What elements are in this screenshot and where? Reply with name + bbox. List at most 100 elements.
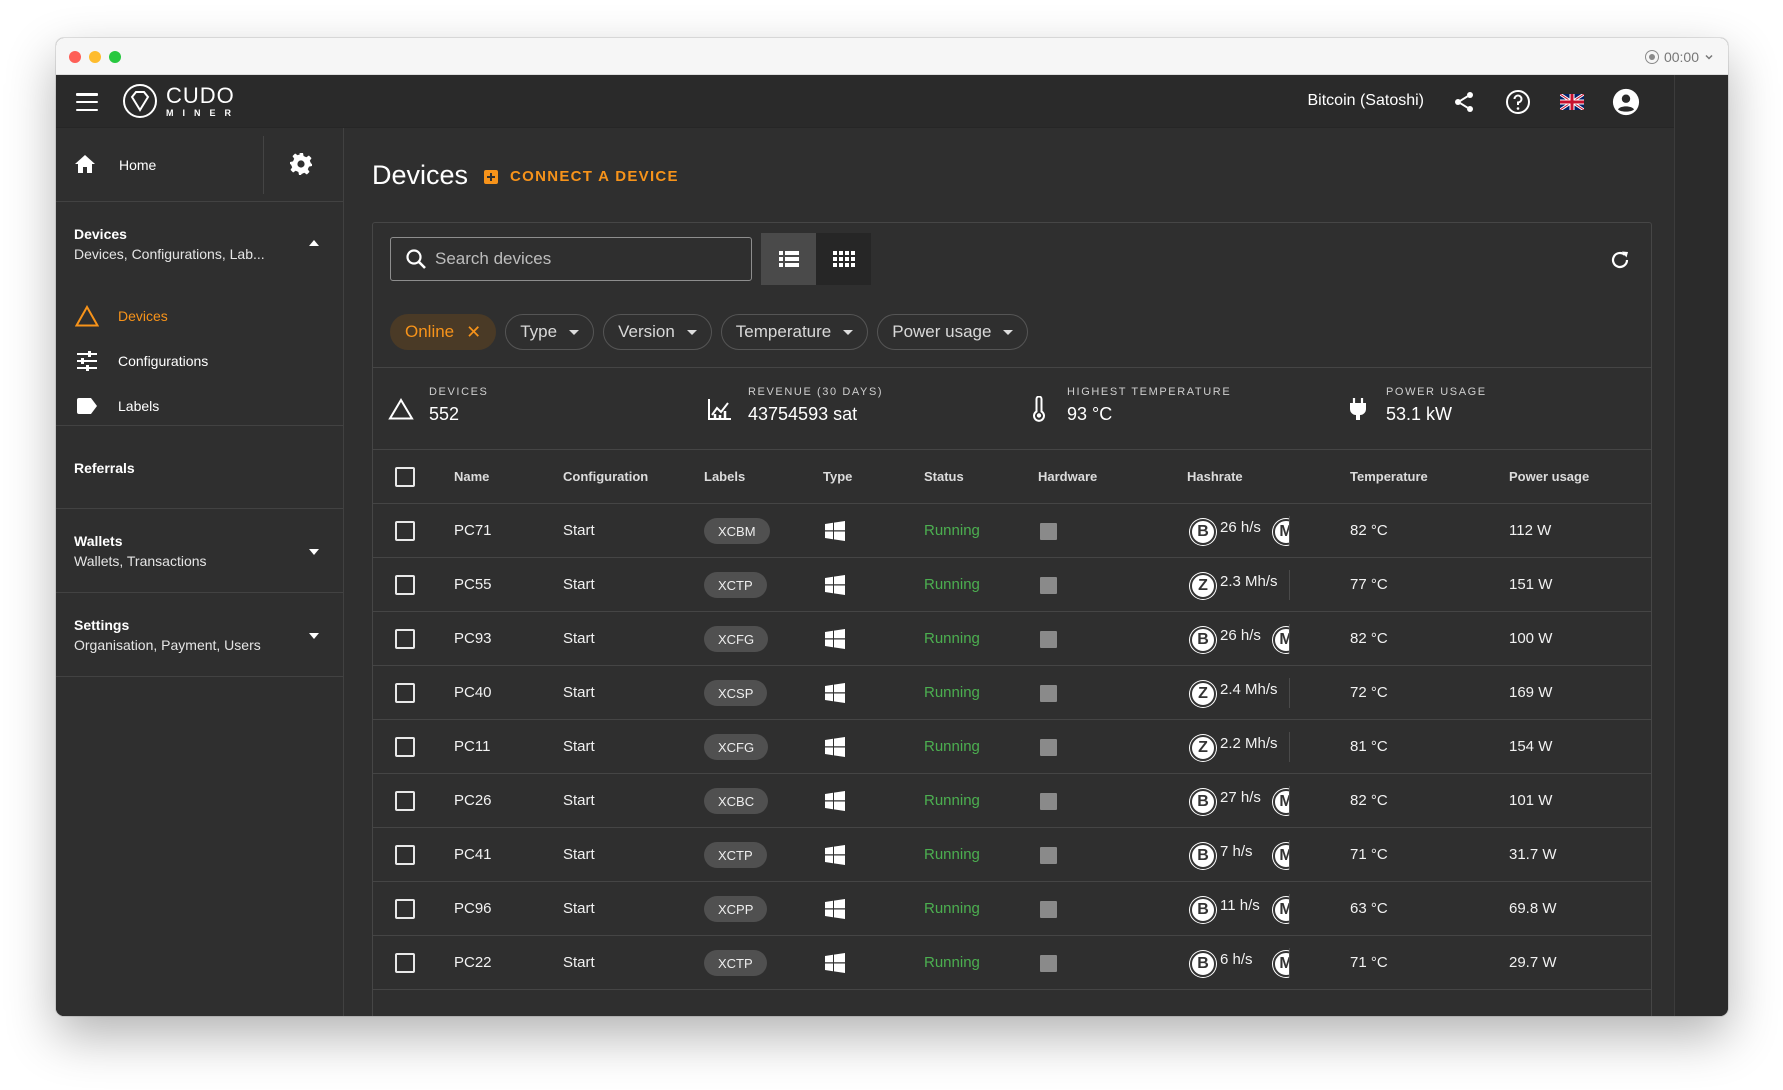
table-row[interactable]: PC96 Start XCPP Running B11 h/s M 63 °C 69.8 W <box>373 882 1651 936</box>
minimize-window-button[interactable] <box>89 51 101 63</box>
device-name[interactable]: PC40 <box>454 684 492 701</box>
filter-chip-power-usage[interactable]: Power usage <box>877 314 1029 350</box>
table-row[interactable]: PC40 Start XCSP Running Z 2.4 Mh/s 72 °C 169 W <box>373 666 1651 720</box>
device-label-chip[interactable]: XCTP <box>704 572 767 598</box>
row-checkbox[interactable] <box>395 737 415 757</box>
row-checkbox[interactable] <box>395 683 415 703</box>
device-name[interactable]: PC96 <box>454 900 492 917</box>
column-header-hardware[interactable]: Hardware <box>1038 469 1097 484</box>
device-temperature: 77 °C <box>1350 576 1388 593</box>
device-name[interactable]: PC41 <box>454 846 492 863</box>
device-label-chip[interactable]: XCPP <box>704 896 768 922</box>
table-row[interactable]: PC41 Start XCTP Running B7 h/s M 71 °C 31.7 W <box>373 828 1651 882</box>
column-header-configuration[interactable]: Configuration <box>563 469 648 484</box>
device-power-usage: 112 W <box>1509 522 1552 539</box>
device-label-chip[interactable]: XCFG <box>704 734 769 760</box>
table-row[interactable]: PC26 Start XCBC Running B27 h/s M 82 °C 101 W <box>373 774 1651 828</box>
select-all-checkbox[interactable] <box>395 467 415 487</box>
sidebar-settings-title[interactable]: Settings <box>74 617 129 633</box>
device-name[interactable]: PC22 <box>454 954 492 971</box>
stat-power-usage: POWER USAGE 53.1 kW <box>1344 386 1487 425</box>
maximize-window-button[interactable] <box>109 51 121 63</box>
warning-triangle-icon <box>74 304 100 328</box>
list-view-button[interactable] <box>761 233 816 285</box>
table-row[interactable]: PC71 Start XCBM Running B26 h/s M 82 °C 112 W <box>373 504 1651 558</box>
close-window-button[interactable] <box>69 51 81 63</box>
table-row[interactable]: PC55 Start XCTP Running Z 2.3 Mh/s 77 °C 151 W <box>373 558 1651 612</box>
hashrate-value: 26 h/s <box>1220 519 1261 536</box>
device-name[interactable]: PC71 <box>454 522 492 539</box>
close-icon[interactable]: ✕ <box>466 323 481 341</box>
windows-icon <box>825 791 845 816</box>
currency-selector[interactable]: Bitcoin (Satoshi) <box>1308 92 1425 110</box>
device-label-chip[interactable]: XCFG <box>704 626 769 652</box>
row-checkbox[interactable] <box>395 521 415 541</box>
help-icon[interactable] <box>1504 88 1532 116</box>
column-header-labels[interactable]: Labels <box>704 469 745 484</box>
sidebar-devices-title[interactable]: Devices <box>74 226 127 242</box>
device-label-chip[interactable]: XCTP <box>704 842 767 868</box>
column-header-type[interactable]: Type <box>823 469 852 484</box>
recording-indicator[interactable]: 00:00 <box>1644 47 1714 67</box>
device-name[interactable]: PC26 <box>454 792 492 809</box>
sidebar-section-settings[interactable]: Settings Organisation, Payment, Users <box>56 593 343 677</box>
filter-chip-online[interactable]: Online ✕ <box>390 314 497 350</box>
account-icon[interactable] <box>1612 88 1640 116</box>
row-checkbox[interactable] <box>395 575 415 595</box>
chevron-up-icon[interactable] <box>309 240 319 246</box>
sidebar-section-referrals[interactable]: Referrals <box>56 426 343 509</box>
filter-chip-temperature-label: Temperature <box>735 322 832 341</box>
uk-flag-icon[interactable] <box>1558 88 1586 116</box>
row-checkbox[interactable] <box>395 845 415 865</box>
filter-chip-temperature[interactable]: Temperature <box>720 314 869 350</box>
label-icon <box>74 394 100 418</box>
column-header-name[interactable]: Name <box>454 469 489 484</box>
gear-icon[interactable] <box>289 152 313 181</box>
search-input[interactable] <box>435 249 735 269</box>
chevron-down-icon[interactable] <box>309 633 319 639</box>
home-icon[interactable] <box>74 154 96 179</box>
device-name[interactable]: PC55 <box>454 576 492 593</box>
device-name[interactable]: PC93 <box>454 630 492 647</box>
table-row[interactable]: PC93 Start XCFG Running B26 h/s M 82 °C 100 W <box>373 612 1651 666</box>
sidebar-section-wallets[interactable]: Wallets Wallets, Transactions <box>56 509 343 593</box>
sidebar-item-configurations[interactable]: Configurations <box>74 349 208 373</box>
sidebar: Home Devices Devices, Configurations, La… <box>56 128 344 1016</box>
search-box[interactable] <box>390 237 752 281</box>
row-checkbox[interactable] <box>395 953 415 973</box>
refresh-icon[interactable] <box>1609 249 1631 276</box>
sidebar-item-labels[interactable]: Labels <box>74 394 159 418</box>
chevron-down-icon[interactable] <box>309 549 319 555</box>
sidebar-wallets-title[interactable]: Wallets <box>74 533 123 549</box>
filter-chip-type[interactable]: Type <box>505 314 595 350</box>
column-header-hashrate[interactable]: Hashrate <box>1187 469 1243 484</box>
device-label-chip[interactable]: XCTP <box>704 950 767 976</box>
menu-icon[interactable] <box>76 91 98 113</box>
hashrate-cell: B7 h/s M <box>1188 840 1290 870</box>
row-checkbox[interactable] <box>395 791 415 811</box>
column-header-status[interactable]: Status <box>924 469 964 484</box>
device-label-chip[interactable]: XCBM <box>704 518 770 544</box>
cudo-miner-logo[interactable]: CUDO MINER <box>122 83 240 119</box>
table-row[interactable]: PC11 Start XCFG Running Z 2.2 Mh/s 81 °C 154 W <box>373 720 1651 774</box>
connect-device-label: CONNECT A DEVICE <box>510 168 679 185</box>
connect-device-button[interactable]: CONNECT A DEVICE <box>484 168 679 185</box>
sidebar-item-home[interactable]: Home <box>119 157 156 173</box>
column-header-power-usage[interactable]: Power usage <box>1509 469 1589 484</box>
row-checkbox[interactable] <box>395 629 415 649</box>
device-label-chip[interactable]: XCSP <box>704 680 768 706</box>
filter-chip-version[interactable]: Version <box>603 314 712 350</box>
table-row[interactable]: PC22 Start XCTP Running B6 h/s M 71 °C 29.7 W <box>373 936 1651 990</box>
row-checkbox[interactable] <box>395 899 415 919</box>
sidebar-referrals-title[interactable]: Referrals <box>74 460 135 476</box>
device-configuration: Start <box>563 954 595 971</box>
column-header-temperature[interactable]: Temperature <box>1350 469 1428 484</box>
share-icon[interactable] <box>1450 88 1478 116</box>
device-configuration: Start <box>563 846 595 863</box>
sidebar-item-devices[interactable]: Devices <box>74 304 168 328</box>
caret-down-icon <box>569 329 580 335</box>
device-name[interactable]: PC11 <box>454 738 490 755</box>
grid-view-button[interactable] <box>816 233 871 285</box>
device-label-chip[interactable]: XCBC <box>704 788 769 814</box>
device-temperature: 71 °C <box>1350 954 1388 971</box>
